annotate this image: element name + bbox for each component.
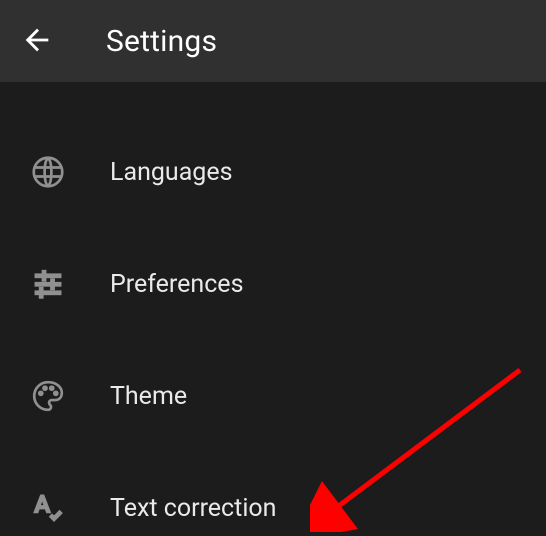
settings-item-preferences[interactable]: Preferences (0, 228, 546, 340)
settings-item-label: Theme (110, 382, 187, 411)
settings-item-theme[interactable]: Theme (0, 340, 546, 452)
sliders-icon (24, 260, 72, 308)
settings-item-label: Text correction (110, 494, 276, 523)
page-title: Settings (106, 24, 217, 59)
palette-icon (24, 372, 72, 420)
settings-item-label: Preferences (110, 270, 243, 299)
text-check-icon (24, 484, 72, 532)
app-header: Settings (0, 0, 546, 82)
settings-list: Languages Preferences (0, 82, 546, 536)
settings-item-label: Languages (110, 158, 233, 187)
back-button[interactable] (20, 17, 68, 65)
globe-icon (24, 148, 72, 196)
arrow-back-icon (20, 23, 54, 60)
settings-item-languages[interactable]: Languages (0, 116, 546, 228)
settings-item-text-correction[interactable]: Text correction (0, 452, 546, 536)
